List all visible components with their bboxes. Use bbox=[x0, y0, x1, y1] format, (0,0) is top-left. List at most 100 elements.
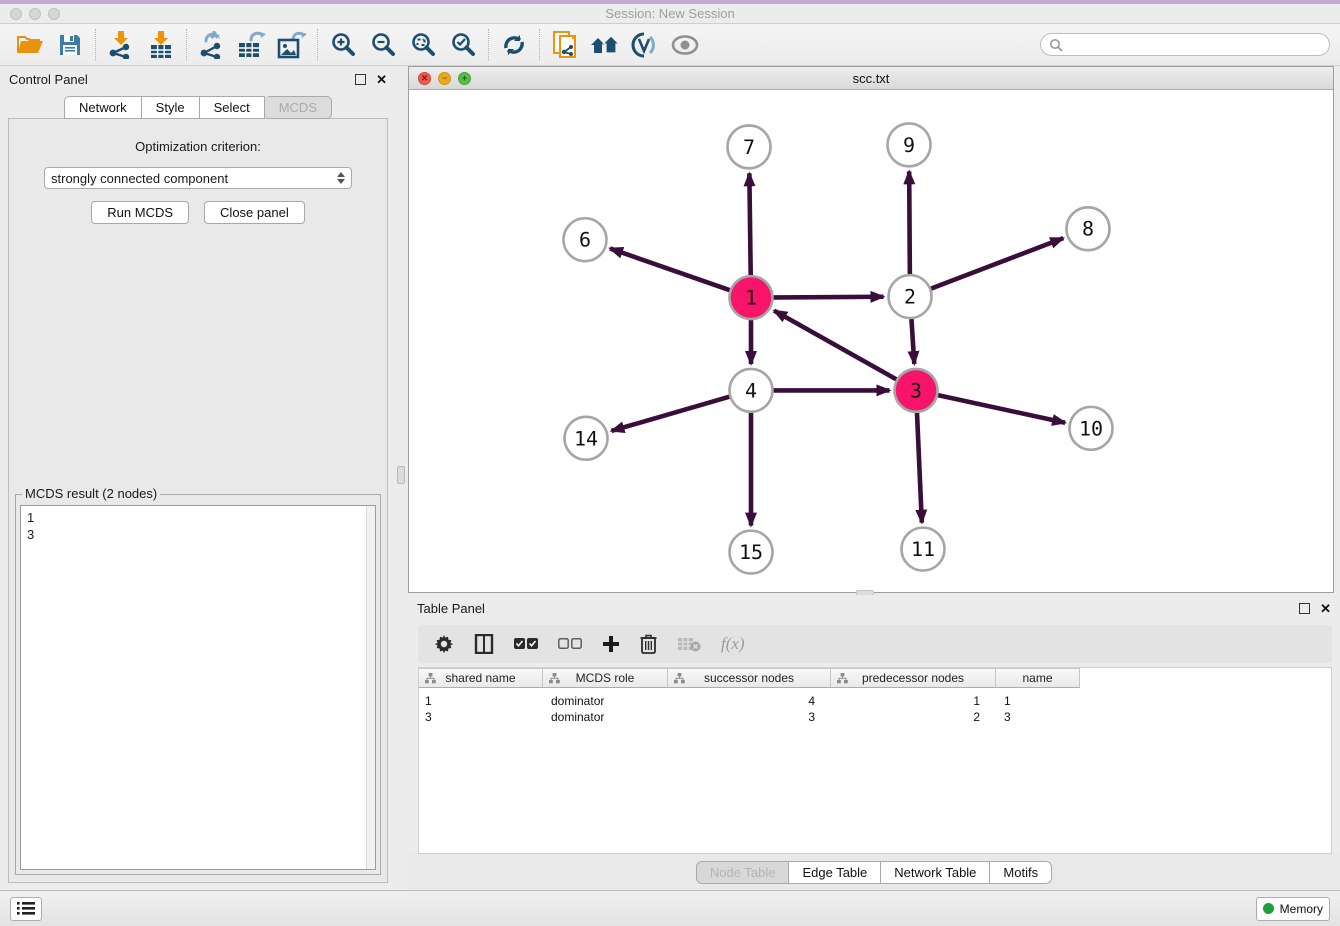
network-window-title: scc.txt bbox=[409, 71, 1333, 86]
deselect-all-columns-icon[interactable] bbox=[558, 638, 582, 651]
export-table-icon[interactable] bbox=[232, 28, 272, 62]
cell-shared-name[interactable]: 3 bbox=[419, 709, 543, 725]
column-header-label: name bbox=[1022, 671, 1052, 685]
network-minimize-icon[interactable]: − bbox=[438, 72, 451, 85]
table-mode-gear-icon[interactable] bbox=[434, 634, 454, 654]
cell-predecessor-nodes[interactable]: 1 bbox=[831, 693, 996, 709]
cell-successor-nodes[interactable]: 3 bbox=[668, 709, 831, 725]
memory-button[interactable]: Memory bbox=[1256, 897, 1330, 921]
dropdown-chevrons-icon bbox=[337, 172, 345, 184]
mcds-tab-content: Optimization criterion: strongly connect… bbox=[8, 118, 388, 883]
search-input[interactable] bbox=[1068, 38, 1321, 52]
function-builder-icon[interactable]: f(x) bbox=[721, 634, 745, 654]
graph-node-label-10: 10 bbox=[1079, 416, 1103, 440]
cyndex-icon[interactable] bbox=[625, 28, 665, 62]
graph-node-label-1: 1 bbox=[745, 286, 757, 310]
close-panel-icon[interactable]: ✕ bbox=[376, 74, 387, 85]
graph-node-label-9: 9 bbox=[903, 133, 915, 157]
toolbar-separator bbox=[317, 29, 318, 61]
cell-name[interactable]: 3 bbox=[996, 709, 1080, 725]
show-columns-icon[interactable] bbox=[474, 634, 494, 654]
network-canvas-svg: 7968124314101511 bbox=[409, 90, 1333, 592]
list-icon bbox=[17, 901, 35, 916]
zoom-fit-icon[interactable] bbox=[403, 28, 443, 62]
cell-mcds-role[interactable]: dominator bbox=[543, 693, 668, 709]
optimization-criterion-label: Optimization criterion: bbox=[9, 139, 387, 154]
float-panel-icon[interactable] bbox=[355, 74, 366, 85]
table-panel-title: Table Panel bbox=[417, 601, 485, 616]
optimization-criterion-select[interactable]: strongly connected component bbox=[44, 167, 352, 189]
show-graphics-details-eye-icon[interactable] bbox=[665, 28, 705, 62]
column-header-mcds-role[interactable]: MCDS role bbox=[543, 668, 668, 688]
edge-3-10[interactable] bbox=[916, 390, 1065, 422]
column-header-successor-nodes[interactable]: successor nodes bbox=[668, 668, 831, 688]
toolbar-search[interactable] bbox=[1040, 33, 1330, 56]
toolbar-separator bbox=[95, 29, 96, 61]
network-maximize-icon[interactable]: + bbox=[458, 72, 471, 85]
mcds-result-text[interactable]: 1 3 bbox=[21, 506, 375, 546]
cell-predecessor-nodes[interactable]: 2 bbox=[831, 709, 996, 725]
graph-node-label-2: 2 bbox=[904, 285, 916, 309]
ndex-home-icon[interactable] bbox=[585, 28, 625, 62]
close-panel-button[interactable]: Close panel bbox=[204, 201, 305, 224]
table-row[interactable]: 3dominator323 bbox=[419, 709, 1331, 725]
tab-style[interactable]: Style bbox=[142, 96, 200, 119]
export-image-icon[interactable] bbox=[272, 28, 312, 62]
network-window-titlebar[interactable]: ✕ − + scc.txt bbox=[409, 67, 1333, 90]
column-type-icon bbox=[837, 673, 848, 687]
cell-name[interactable]: 1 bbox=[996, 693, 1080, 709]
network-canvas[interactable]: 7968124314101511 bbox=[409, 90, 1333, 592]
import-table-icon[interactable] bbox=[141, 28, 181, 62]
column-type-icon bbox=[549, 673, 560, 687]
table-tabs-strip: Node TableEdge TableNetwork TableMotifs bbox=[408, 854, 1340, 890]
tab-network[interactable]: Network bbox=[64, 96, 142, 119]
zoom-out-icon[interactable] bbox=[363, 28, 403, 62]
cell-successor-nodes[interactable]: 4 bbox=[668, 693, 831, 709]
column-header-shared-name[interactable]: shared name bbox=[419, 668, 543, 688]
tab-edge-table[interactable]: Edge Table bbox=[789, 861, 881, 884]
tab-motifs[interactable]: Motifs bbox=[990, 861, 1052, 884]
result-scrollbar[interactable] bbox=[366, 506, 375, 869]
create-column-icon[interactable] bbox=[602, 635, 620, 653]
save-session-icon[interactable] bbox=[50, 28, 90, 62]
open-session-icon[interactable] bbox=[10, 28, 50, 62]
edge-2-8[interactable] bbox=[910, 238, 1063, 296]
vertical-splitter-handle[interactable] bbox=[397, 466, 405, 484]
cell-mcds-role[interactable]: dominator bbox=[543, 709, 668, 725]
mcds-result-groupbox: MCDS result (2 nodes) 1 3 bbox=[15, 494, 381, 875]
delete-table-icon[interactable] bbox=[677, 636, 701, 652]
column-header-predecessor-nodes[interactable]: predecessor nodes bbox=[831, 668, 996, 688]
delete-columns-trash-icon[interactable] bbox=[640, 634, 657, 654]
tab-network-table[interactable]: Network Table bbox=[881, 861, 990, 884]
window-title: Session: New Session bbox=[0, 6, 1340, 21]
mcds-result-title: MCDS result (2 nodes) bbox=[22, 486, 160, 501]
select-all-columns-icon[interactable] bbox=[514, 638, 538, 651]
table-panel: Table Panel ✕ f(x) shared nameMCDS roles… bbox=[408, 595, 1340, 890]
tab-mcds[interactable]: MCDS bbox=[265, 96, 332, 119]
run-mcds-button[interactable]: Run MCDS bbox=[91, 201, 189, 224]
dropdown-selected-value: strongly connected component bbox=[51, 171, 337, 186]
import-network-icon[interactable] bbox=[101, 28, 141, 62]
tab-node-table[interactable]: Node Table bbox=[696, 861, 790, 884]
cell-shared-name[interactable]: 1 bbox=[419, 693, 543, 709]
graph-node-label-3: 3 bbox=[910, 378, 922, 402]
float-table-panel-icon[interactable] bbox=[1299, 603, 1310, 614]
export-network-icon[interactable] bbox=[192, 28, 232, 62]
edge-3-1[interactable] bbox=[774, 311, 916, 391]
control-panel-title: Control Panel bbox=[9, 72, 88, 87]
toolbar-separator bbox=[488, 29, 489, 61]
graph-node-label-14: 14 bbox=[574, 426, 598, 450]
graph-node-label-6: 6 bbox=[579, 228, 591, 252]
close-table-panel-icon[interactable]: ✕ bbox=[1320, 603, 1331, 614]
show-panel-list-button[interactable] bbox=[10, 897, 42, 921]
zoom-in-icon[interactable] bbox=[323, 28, 363, 62]
import-network-from-ndex-icon[interactable] bbox=[545, 28, 585, 62]
network-view-window: ✕ − + scc.txt 7968124314101511 bbox=[408, 66, 1334, 593]
table-row[interactable]: 1dominator411 bbox=[419, 693, 1331, 709]
graph-node-label-15: 15 bbox=[739, 540, 763, 564]
tab-select[interactable]: Select bbox=[200, 96, 265, 119]
zoom-selected-icon[interactable] bbox=[443, 28, 483, 62]
network-close-icon[interactable]: ✕ bbox=[418, 72, 431, 85]
apply-layout-icon[interactable] bbox=[494, 28, 534, 62]
column-header-name[interactable]: name bbox=[996, 668, 1080, 688]
